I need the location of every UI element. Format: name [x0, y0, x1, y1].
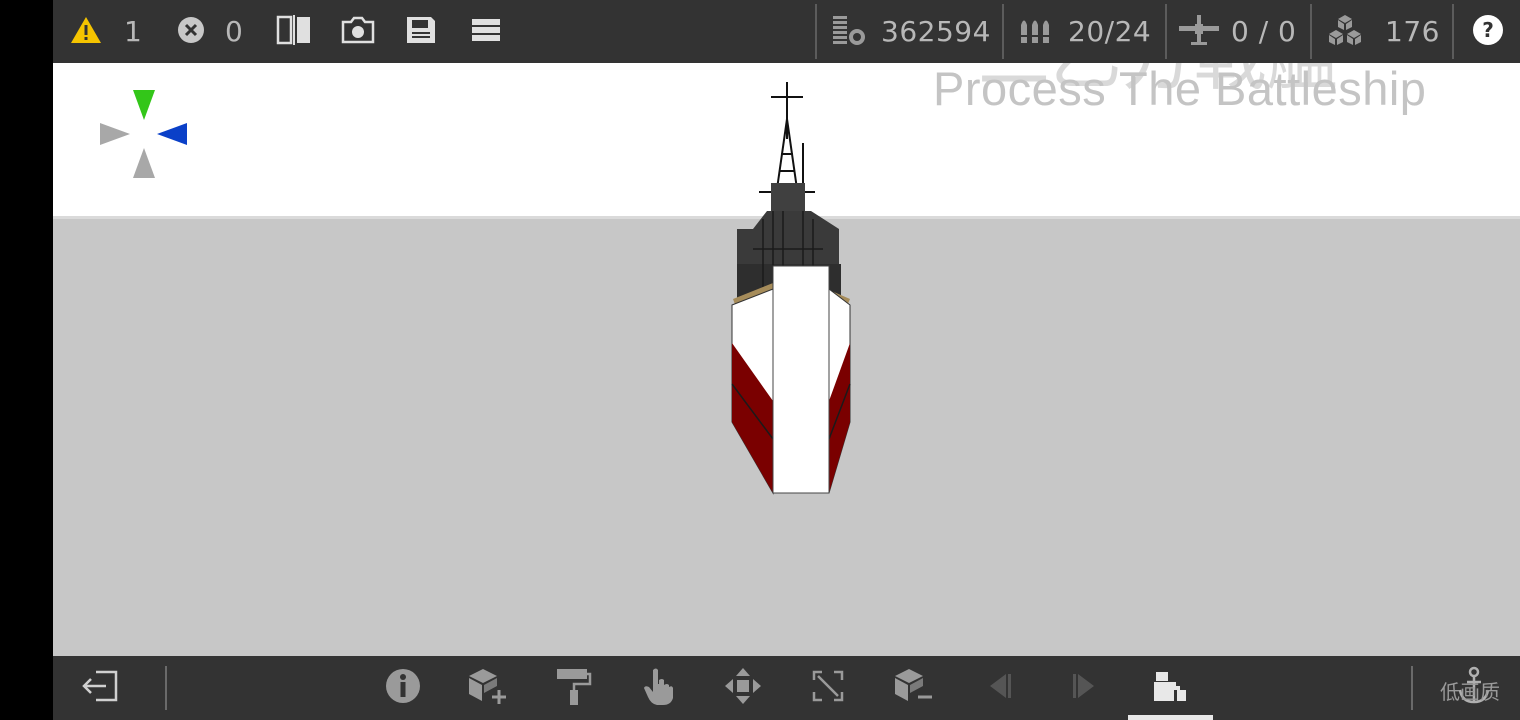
- ship-bridge: [771, 183, 805, 211]
- ammo-icon: [1018, 15, 1054, 49]
- parts-indicator: 176: [1325, 0, 1440, 63]
- orientation-gizmo[interactable]: [97, 88, 191, 182]
- mirror-button[interactable]: [276, 0, 312, 63]
- left-black-strip: [0, 0, 53, 720]
- gizmo-blue-arrow: [157, 123, 187, 145]
- ship-superstructure: [737, 211, 839, 269]
- error-indicator[interactable]: 0: [177, 0, 243, 63]
- step-forward-button[interactable]: [1060, 664, 1108, 712]
- separator: [1002, 4, 1004, 59]
- aircraft-icon: [1177, 12, 1221, 52]
- paint-button[interactable]: [549, 664, 597, 712]
- hull-bow-face: [772, 265, 830, 494]
- warning-indicator[interactable]: 1: [70, 0, 142, 63]
- paint-roller-icon: [553, 666, 593, 710]
- separator: [1165, 4, 1167, 59]
- top-status-bar: 1 0 362594 20/24 0 / 0 176 ?: [53, 0, 1520, 63]
- select-button[interactable]: [635, 664, 683, 712]
- error-count: 0: [225, 15, 244, 48]
- separator: [1411, 666, 1413, 710]
- separator: [1310, 4, 1312, 59]
- parts-value: 176: [1385, 15, 1440, 48]
- transform-button[interactable]: [804, 664, 852, 712]
- separator: [165, 666, 167, 710]
- step-back-button[interactable]: [976, 664, 1024, 712]
- help-icon: ?: [1472, 14, 1504, 50]
- gizmo-down-arrow: [133, 148, 155, 178]
- cost-icon: [831, 13, 867, 51]
- menu-icon: [470, 16, 502, 48]
- ship-profile-icon: [1150, 668, 1190, 708]
- mirror-icon: [276, 14, 312, 49]
- add-part-button[interactable]: [463, 664, 511, 712]
- info-icon: [384, 667, 422, 709]
- add-part-icon: [465, 666, 509, 710]
- quality-setting[interactable]: 低画质: [1440, 676, 1500, 705]
- 3d-viewport[interactable]: 二乙方戰艦 Process The Battleship: [53, 63, 1520, 656]
- warning-icon: [70, 16, 102, 48]
- cost-indicator: 362594: [831, 0, 991, 63]
- screenshot-button[interactable]: [340, 0, 376, 63]
- exit-button[interactable]: [76, 664, 124, 712]
- step-back-icon: [984, 670, 1016, 706]
- aircraft-indicator: 0 / 0: [1177, 0, 1296, 63]
- save-icon: [405, 15, 437, 49]
- separator: [815, 4, 817, 59]
- active-tool-indicator: [1128, 715, 1213, 720]
- menu-button[interactable]: [470, 0, 502, 63]
- parts-icon: [1325, 13, 1365, 51]
- remove-part-button[interactable]: [889, 664, 937, 712]
- exit-icon: [80, 668, 120, 708]
- gizmo-left-arrow: [100, 123, 130, 145]
- save-button[interactable]: [405, 0, 437, 63]
- info-button[interactable]: [379, 664, 427, 712]
- cost-value: 362594: [881, 15, 991, 48]
- bottom-toolbar: 低画质: [53, 656, 1520, 720]
- step-forward-icon: [1068, 670, 1100, 706]
- weapons-indicator: 20/24: [1018, 0, 1151, 63]
- svg-text:?: ?: [1482, 18, 1494, 42]
- error-icon: [177, 16, 205, 48]
- separator: [1452, 4, 1454, 59]
- aircraft-value: 0 / 0: [1231, 15, 1297, 48]
- weapons-value: 20/24: [1068, 15, 1152, 48]
- gizmo-green-arrow: [133, 90, 155, 120]
- hand-pointer-icon: [641, 666, 677, 710]
- remove-part-icon: [891, 666, 935, 710]
- warning-count: 1: [124, 15, 143, 48]
- scale-icon: [808, 666, 848, 710]
- battleship-model[interactable]: [723, 79, 863, 499]
- move-button[interactable]: [719, 664, 767, 712]
- watermark-title: Process The Battleship: [933, 63, 1427, 115]
- build-mode-button[interactable]: [1146, 664, 1194, 712]
- camera-icon: [340, 15, 376, 49]
- move-arrows-icon: [723, 666, 763, 710]
- help-button[interactable]: ?: [1472, 0, 1504, 63]
